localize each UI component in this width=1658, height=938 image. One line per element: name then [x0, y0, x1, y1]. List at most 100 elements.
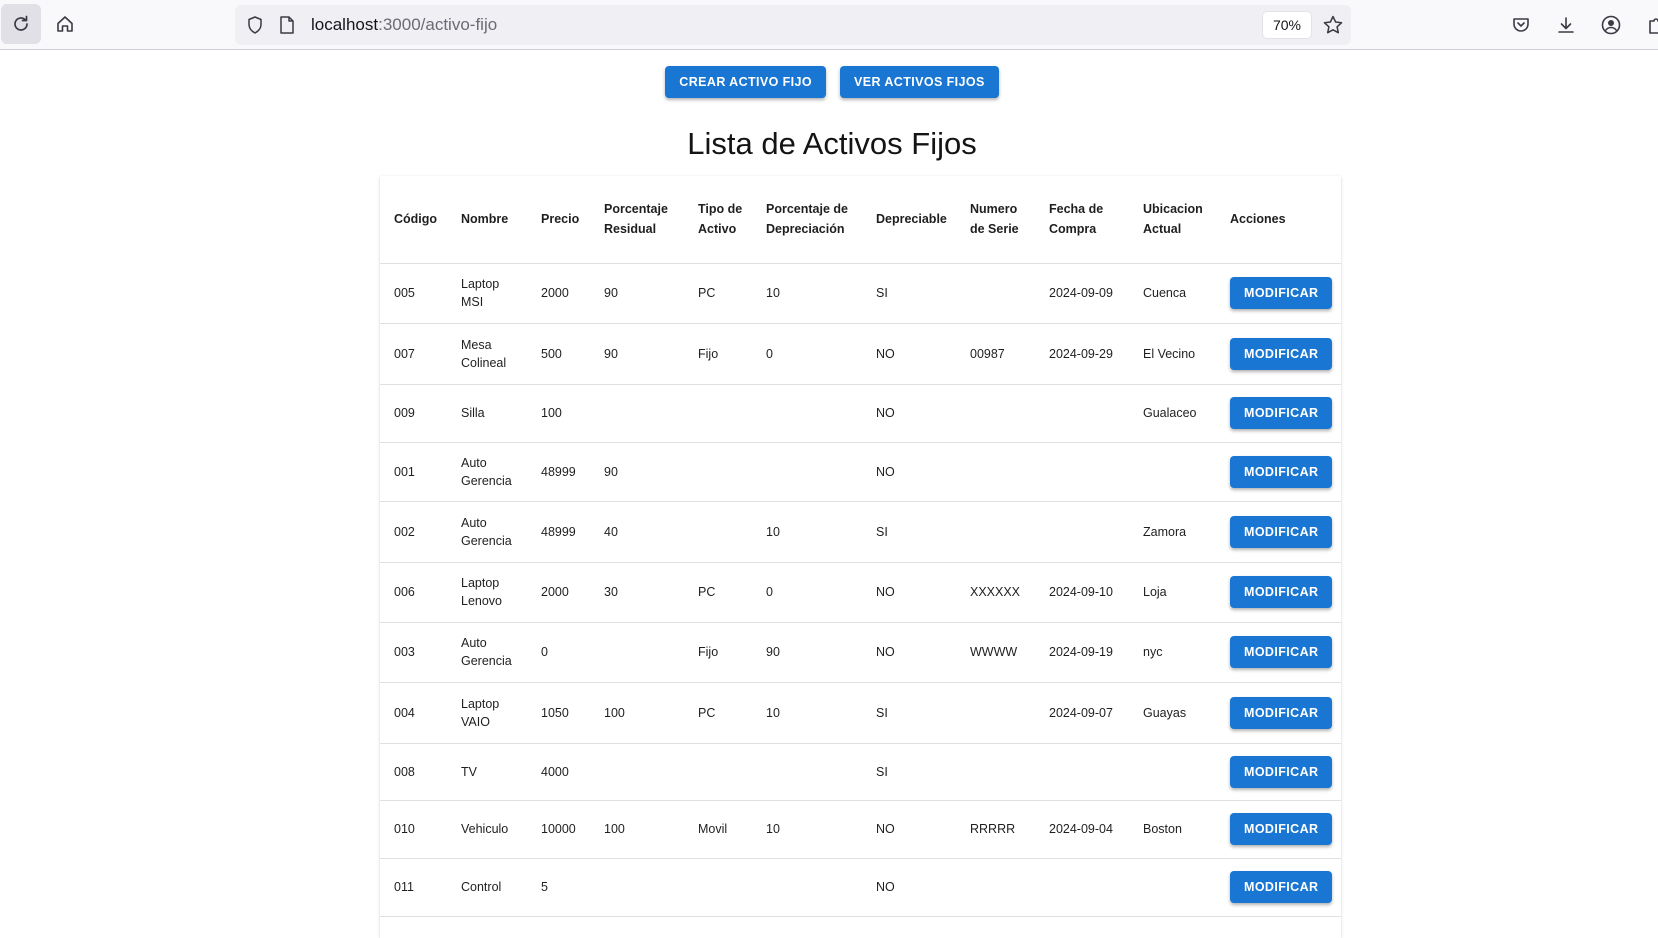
table-cell [590, 384, 684, 443]
modify-button[interactable]: MODIFICAR [1230, 455, 1333, 488]
table-cell: Auto Gerencia [447, 622, 527, 683]
table-cell: El Vecino [1129, 323, 1216, 385]
table-cell: Guayas [1129, 682, 1216, 744]
modify-button[interactable]: MODIFICAR [1230, 755, 1333, 788]
table-row: 010 Vehiculo 10000 100 Movil 10 NO RRRRR 2024-09… [380, 800, 1341, 859]
table-cell [956, 858, 1035, 917]
table-cell [1129, 858, 1216, 917]
table-cell: 10 [752, 263, 862, 324]
table-cell: 2024-09-04 [1035, 800, 1129, 859]
table-cell: SI [862, 263, 956, 324]
table-cell: 2024-09-10 [1035, 562, 1129, 623]
actions-cell: MODIFICAR [1216, 384, 1341, 443]
column-header: Acciones [1216, 176, 1341, 264]
table-cell: 011 [380, 858, 447, 917]
page-title: Lista de Activos Fijos [687, 126, 977, 161]
table-cell: SI [862, 743, 956, 801]
table-cell: Movil [684, 800, 752, 859]
actions-cell: MODIFICAR [1216, 263, 1341, 324]
table-cell: NO [862, 858, 956, 917]
bookmark-star-icon[interactable] [1321, 13, 1345, 37]
table-cell: 006 [380, 562, 447, 623]
url-text[interactable]: localhost:3000/activo-fijo [311, 15, 497, 35]
table-cell: NO [862, 562, 956, 623]
reload-button[interactable] [1, 4, 41, 44]
table-cell: TV [447, 743, 527, 801]
table-cell: Boston [1129, 800, 1216, 859]
table-cell [956, 501, 1035, 563]
modify-button[interactable]: MODIFICAR [1230, 871, 1333, 903]
create-asset-button[interactable]: CREAR ACTIVO FIJO [665, 66, 827, 98]
modify-button[interactable]: MODIFICAR [1230, 337, 1333, 370]
table-cell [1129, 442, 1216, 502]
actions-cell: MODIFICAR [1216, 622, 1341, 683]
table-cell: WWWW [956, 622, 1035, 683]
table-cell: 002 [380, 501, 447, 563]
table-cell: 2000 [527, 263, 590, 324]
table-cell: 008 [380, 743, 447, 801]
modify-button[interactable]: MODIFICAR [1230, 813, 1333, 845]
account-icon[interactable] [1599, 13, 1623, 37]
table-cell: 2024-09-07 [1035, 682, 1129, 744]
table-row: 007 Mesa Colineal 500 90 Fijo 0 NO 00987 2024-09… [380, 323, 1341, 385]
page-icon[interactable] [275, 13, 299, 37]
column-header: Numero de Serie [956, 176, 1035, 264]
modify-button[interactable]: MODIFICAR [1230, 515, 1333, 548]
table-cell: 0 [527, 622, 590, 683]
column-header: Ubicacion Actual [1129, 176, 1216, 264]
table-cell: 0 [752, 562, 862, 623]
table-row: 006 Laptop Lenovo 2000 30 PC 0 NO XXXXXX 2024-09… [380, 562, 1341, 623]
table-cell: 007 [380, 323, 447, 385]
table-cell: 10 [752, 800, 862, 859]
table-cell: Laptop Lenovo [447, 562, 527, 623]
modify-button[interactable]: MODIFICAR [1230, 277, 1333, 309]
table-row: 009 Silla 100 NO Gualaceo MODIFICAR [380, 384, 1341, 443]
table-body: 005 Laptop MSI 2000 90 PC 10 SI 2024-09-09 Cuenc… [380, 263, 1341, 917]
table-cell: Fijo [684, 622, 752, 683]
table-cell [684, 384, 752, 443]
url-bar[interactable]: localhost:3000/activo-fijo 70% [235, 5, 1351, 45]
column-header: Fecha de Compra [1035, 176, 1129, 264]
table-cell: 100 [590, 682, 684, 744]
view-assets-button[interactable]: VER ACTIVOS FIJOS [840, 66, 999, 98]
table-cell: NO [862, 622, 956, 683]
modify-button[interactable]: MODIFICAR [1230, 576, 1333, 608]
downloads-icon[interactable] [1554, 13, 1578, 37]
page-actions: CREAR ACTIVO FIJO VER ACTIVOS FIJOS [0, 66, 1658, 98]
shield-icon[interactable] [243, 13, 267, 37]
zoom-level-badge[interactable]: 70% [1263, 12, 1311, 38]
table-cell [1035, 743, 1129, 801]
modify-button[interactable]: MODIFICAR [1230, 636, 1333, 668]
pocket-icon[interactable] [1509, 13, 1533, 37]
actions-cell: MODIFICAR [1216, 442, 1341, 502]
table-cell: 00987 [956, 323, 1035, 385]
table-cell: 500 [527, 323, 590, 385]
table-cell: 004 [380, 682, 447, 744]
table-cell [684, 442, 752, 502]
extensions-icon[interactable] [1644, 13, 1658, 37]
table-row: 002 Auto Gerencia 48999 40 10 SI Zamora MODIFIC… [380, 501, 1341, 563]
table-cell: 100 [590, 800, 684, 859]
table-cell: 5 [527, 858, 590, 917]
table-cell: RRRRR [956, 800, 1035, 859]
modify-button[interactable]: MODIFICAR [1230, 397, 1333, 429]
actions-cell: MODIFICAR [1216, 800, 1341, 859]
column-header: Porcentaje Residual [590, 176, 684, 264]
table-cell [684, 501, 752, 563]
table-cell: 003 [380, 622, 447, 683]
table-cell: 2024-09-09 [1035, 263, 1129, 324]
modify-button[interactable]: MODIFICAR [1230, 696, 1333, 729]
table-cell [956, 263, 1035, 324]
table-cell: Vehiculo [447, 800, 527, 859]
actions-cell: MODIFICAR [1216, 562, 1341, 623]
home-button[interactable] [45, 4, 85, 44]
table-cell [590, 858, 684, 917]
actions-cell: MODIFICAR [1216, 501, 1341, 563]
table-cell: Fijo [684, 323, 752, 385]
table-row: 003 Auto Gerencia 0 Fijo 90 NO WWWW 2024-09-19 n… [380, 622, 1341, 683]
table-cell [684, 743, 752, 801]
table-cell: 1050 [527, 682, 590, 744]
table-cell: Gualaceo [1129, 384, 1216, 443]
column-header: Tipo de Activo [684, 176, 752, 264]
table-row: 001 Auto Gerencia 48999 90 NO MODIFICAR [380, 442, 1341, 502]
